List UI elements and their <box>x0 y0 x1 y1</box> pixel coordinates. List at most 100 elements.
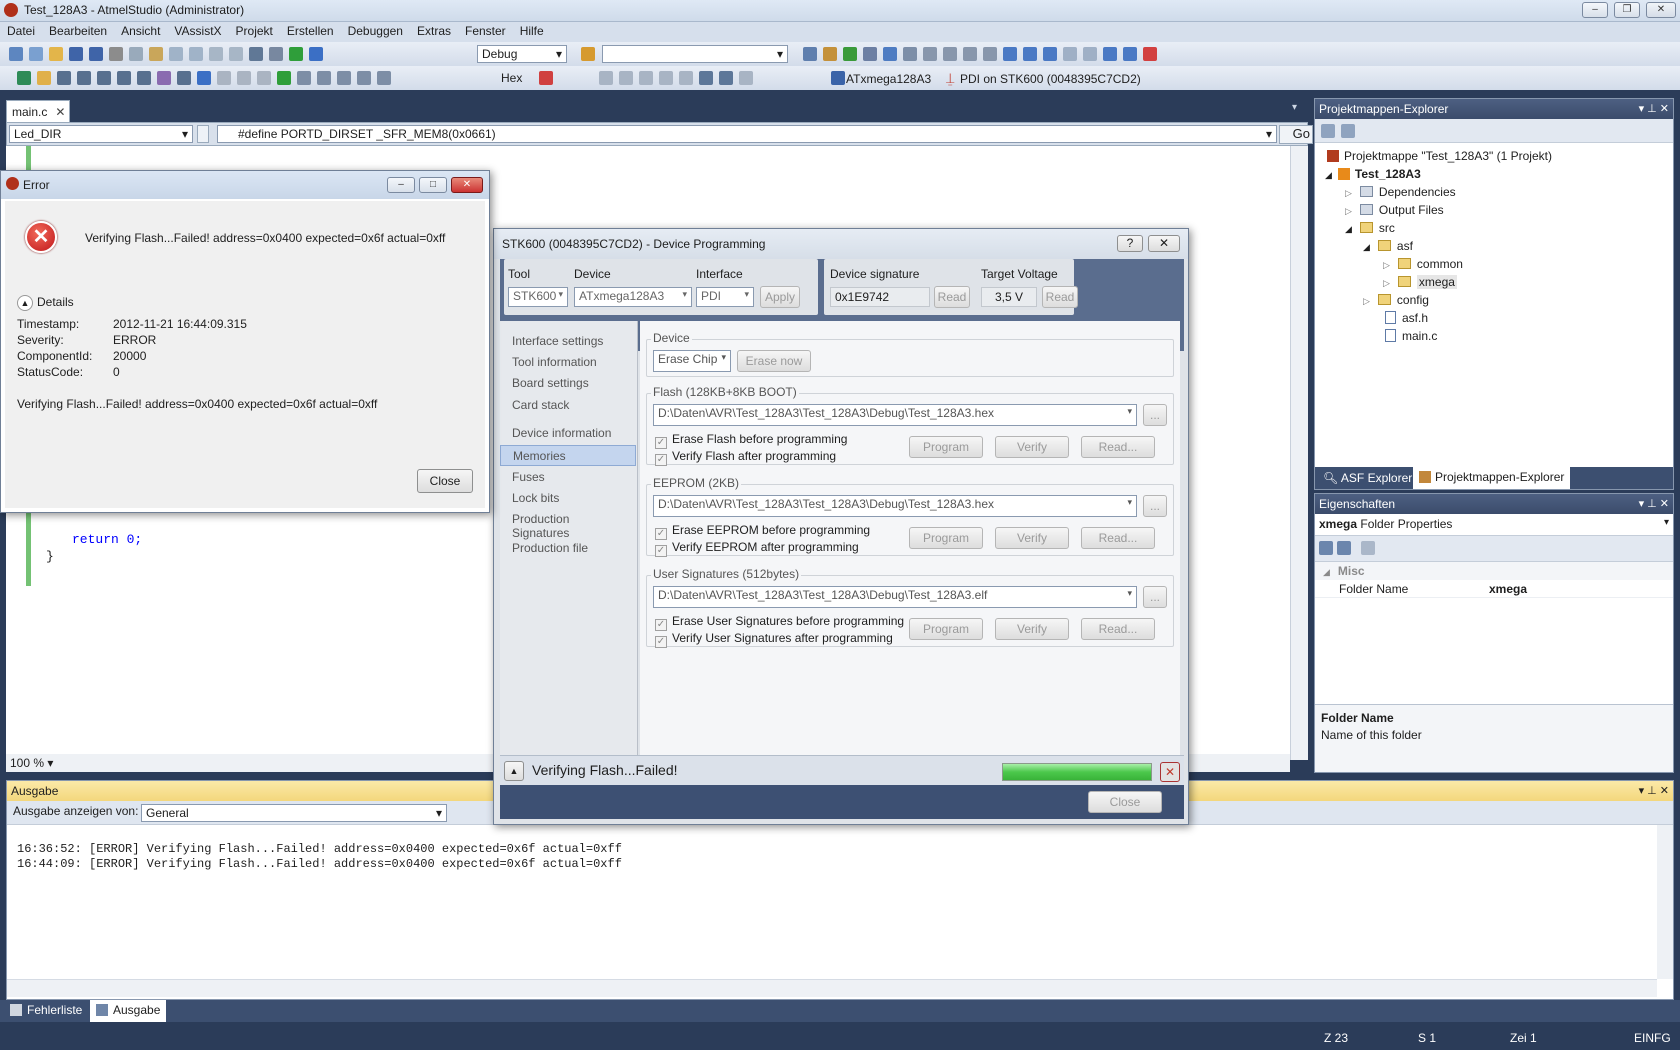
usersig-verify-button[interactable]: Verify <box>995 618 1069 640</box>
menu-item[interactable]: VAssistX <box>167 22 228 38</box>
device-chip-icon[interactable] <box>831 71 845 85</box>
menu-item[interactable]: Extras <box>410 22 458 38</box>
expand-arrow-icon[interactable]: ▷ <box>1383 278 1390 288</box>
close-dialog-icon[interactable]: ✕ <box>1148 235 1180 252</box>
indent-icon[interactable] <box>923 47 937 61</box>
tree-item-config[interactable]: ▷ config <box>1315 291 1673 309</box>
nav-item[interactable]: Board settings <box>500 373 636 394</box>
undo-icon[interactable] <box>169 47 183 61</box>
erase-now-button[interactable]: Erase now <box>737 350 811 372</box>
start-without-debug-icon[interactable] <box>309 47 323 61</box>
spellcheck-icon[interactable] <box>157 71 171 85</box>
properties-category[interactable]: ◢ Misc <box>1315 562 1673 580</box>
folder-open-icon[interactable] <box>37 71 51 85</box>
menu-item[interactable]: Debuggen <box>341 22 410 38</box>
output-source-dropdown[interactable]: General ▾ <box>141 804 447 822</box>
window-icon-7[interactable] <box>1123 47 1137 61</box>
window-icon-6[interactable] <box>1103 47 1117 61</box>
step-into-icon[interactable] <box>297 71 311 85</box>
tab-output[interactable]: Ausgabe <box>90 1000 167 1022</box>
tool-icon-5[interactable] <box>883 47 897 61</box>
tree-item-dependencies[interactable]: ▷ Dependencies <box>1315 183 1673 201</box>
open-icon[interactable] <box>49 47 63 61</box>
tool-icon-2[interactable] <box>823 47 837 61</box>
collapse-arrow-icon[interactable]: ◢ <box>1345 224 1352 234</box>
window-icon-3[interactable] <box>1043 47 1057 61</box>
pause-icon[interactable] <box>257 71 271 85</box>
build-icon[interactable] <box>249 47 263 61</box>
tree-item-output-files[interactable]: ▷ Output Files <box>1315 201 1673 219</box>
symbol-dropdown[interactable]: #define PORTD_DIRSET _SFR_MEM8(0x0661) ▾ <box>217 125 1277 143</box>
comment-icon[interactable] <box>963 47 977 61</box>
interface-dropdown[interactable]: PDI ▾ <box>696 287 754 307</box>
close-window-button[interactable]: ✕ <box>1646 2 1676 18</box>
stop-icon[interactable] <box>217 71 231 85</box>
window-icon-1[interactable] <box>1003 47 1017 61</box>
uncomment-icon[interactable] <box>983 47 997 61</box>
alphabetical-icon[interactable] <box>1337 541 1351 555</box>
device-selector[interactable]: ATxmega128A3 <box>846 72 931 86</box>
start-debug-icon[interactable] <box>289 47 303 61</box>
nav-item[interactable]: Production file <box>500 538 636 559</box>
maximize-button[interactable]: ❐ <box>1614 2 1640 18</box>
expand-arrow-icon[interactable]: ▷ <box>1345 188 1352 198</box>
output-vscrollbar[interactable] <box>1657 825 1673 979</box>
flash-read-button[interactable]: Read... <box>1081 436 1155 458</box>
menu-item[interactable]: Bearbeiten <box>42 22 114 38</box>
search-combo[interactable]: ▾ <box>602 45 788 63</box>
eeprom-read-button[interactable]: Read... <box>1081 527 1155 549</box>
verify-flash-checkbox[interactable]: ✓ Verify Flash after programming <box>655 449 836 466</box>
verify-usersig-checkbox[interactable]: ✓ Verify User Signatures after programmin… <box>655 631 893 648</box>
window-icon-5[interactable] <box>1083 47 1097 61</box>
menu-item[interactable]: Fenster <box>458 22 513 38</box>
solution-platform-icon[interactable] <box>581 47 595 61</box>
usersig-file-dropdown[interactable]: D:\Daten\AVR\Test_128A3\Test_128A3\Debug… <box>653 586 1137 608</box>
memory-icon-2[interactable] <box>619 71 633 85</box>
expand-arrow-icon[interactable]: ▷ <box>1363 296 1370 306</box>
save-all-icon[interactable] <box>89 47 103 61</box>
copy-icon[interactable] <box>129 47 143 61</box>
eeprom-verify-button[interactable]: Verify <box>995 527 1069 549</box>
cut-icon[interactable] <box>109 47 123 61</box>
memory-icon-4[interactable] <box>659 71 673 85</box>
tool-e-icon[interactable] <box>137 71 151 85</box>
tab-asf-explorer[interactable]: 🔍︎ ASF Explorer <box>1319 469 1416 487</box>
erase-flash-checkbox[interactable]: ✓ Erase Flash before programming <box>655 432 847 449</box>
erase-usersig-checkbox[interactable]: ✓ Erase User Signatures before programmin… <box>655 614 904 631</box>
nav-item[interactable]: Interface settings <box>500 331 636 352</box>
go-button[interactable]: Go <box>1279 125 1313 144</box>
menu-item[interactable]: Projekt <box>229 22 280 38</box>
find-icon[interactable] <box>269 47 283 61</box>
tool-plug-icon[interactable]: ⍊ <box>946 70 954 87</box>
property-pages-icon[interactable] <box>1361 541 1375 555</box>
step-out-icon[interactable] <box>337 71 351 85</box>
tool-icon-6[interactable] <box>903 47 917 61</box>
tab-solution-explorer[interactable]: Projektmappen-Explorer <box>1413 467 1571 489</box>
step-over-icon[interactable] <box>317 71 331 85</box>
tool-d-icon[interactable] <box>117 71 131 85</box>
output-hscrollbar[interactable] <box>7 979 1657 997</box>
tree-item-asf-h[interactable]: asf.h <box>1315 309 1673 327</box>
cancel-operation-icon[interactable]: ✕ <box>1160 762 1180 782</box>
registers-icon[interactable] <box>699 71 713 85</box>
flash-file-dropdown[interactable]: D:\Daten\AVR\Test_128A3\Test_128A3\Debug… <box>653 404 1137 426</box>
tab-error-list[interactable]: Fehlerliste <box>10 1003 82 1017</box>
error-minimize-button[interactable]: – <box>387 177 415 193</box>
error-close-button[interactable]: ✕ <box>451 177 483 193</box>
tree-item-main-c[interactable]: main.c <box>1315 327 1673 345</box>
show-all-files-icon[interactable] <box>1341 124 1355 138</box>
nav-item[interactable]: Device information <box>500 423 636 444</box>
tool-icon-3[interactable] <box>843 47 857 61</box>
eeprom-file-dropdown[interactable]: D:\Daten\AVR\Test_128A3\Test_128A3\Debug… <box>653 495 1137 517</box>
eeprom-program-button[interactable]: Program <box>909 527 983 549</box>
eeprom-browse-button[interactable]: ... <box>1143 495 1167 517</box>
memory-icon-5[interactable] <box>679 71 693 85</box>
properties-object-selector[interactable]: xmega Folder Properties ▾ <box>1315 514 1673 536</box>
tree-item-asf[interactable]: ◢ asf <box>1315 237 1673 255</box>
usersig-read-button[interactable]: Read... <box>1081 618 1155 640</box>
programming-close-button[interactable]: Close <box>1088 791 1162 813</box>
tab-list-dropdown[interactable]: ▾ <box>1292 102 1297 113</box>
nav-item[interactable]: Card stack <box>500 395 636 416</box>
nav-item[interactable]: Tool information <box>500 352 636 373</box>
expand-arrow-icon[interactable]: ▷ <box>1345 206 1352 216</box>
